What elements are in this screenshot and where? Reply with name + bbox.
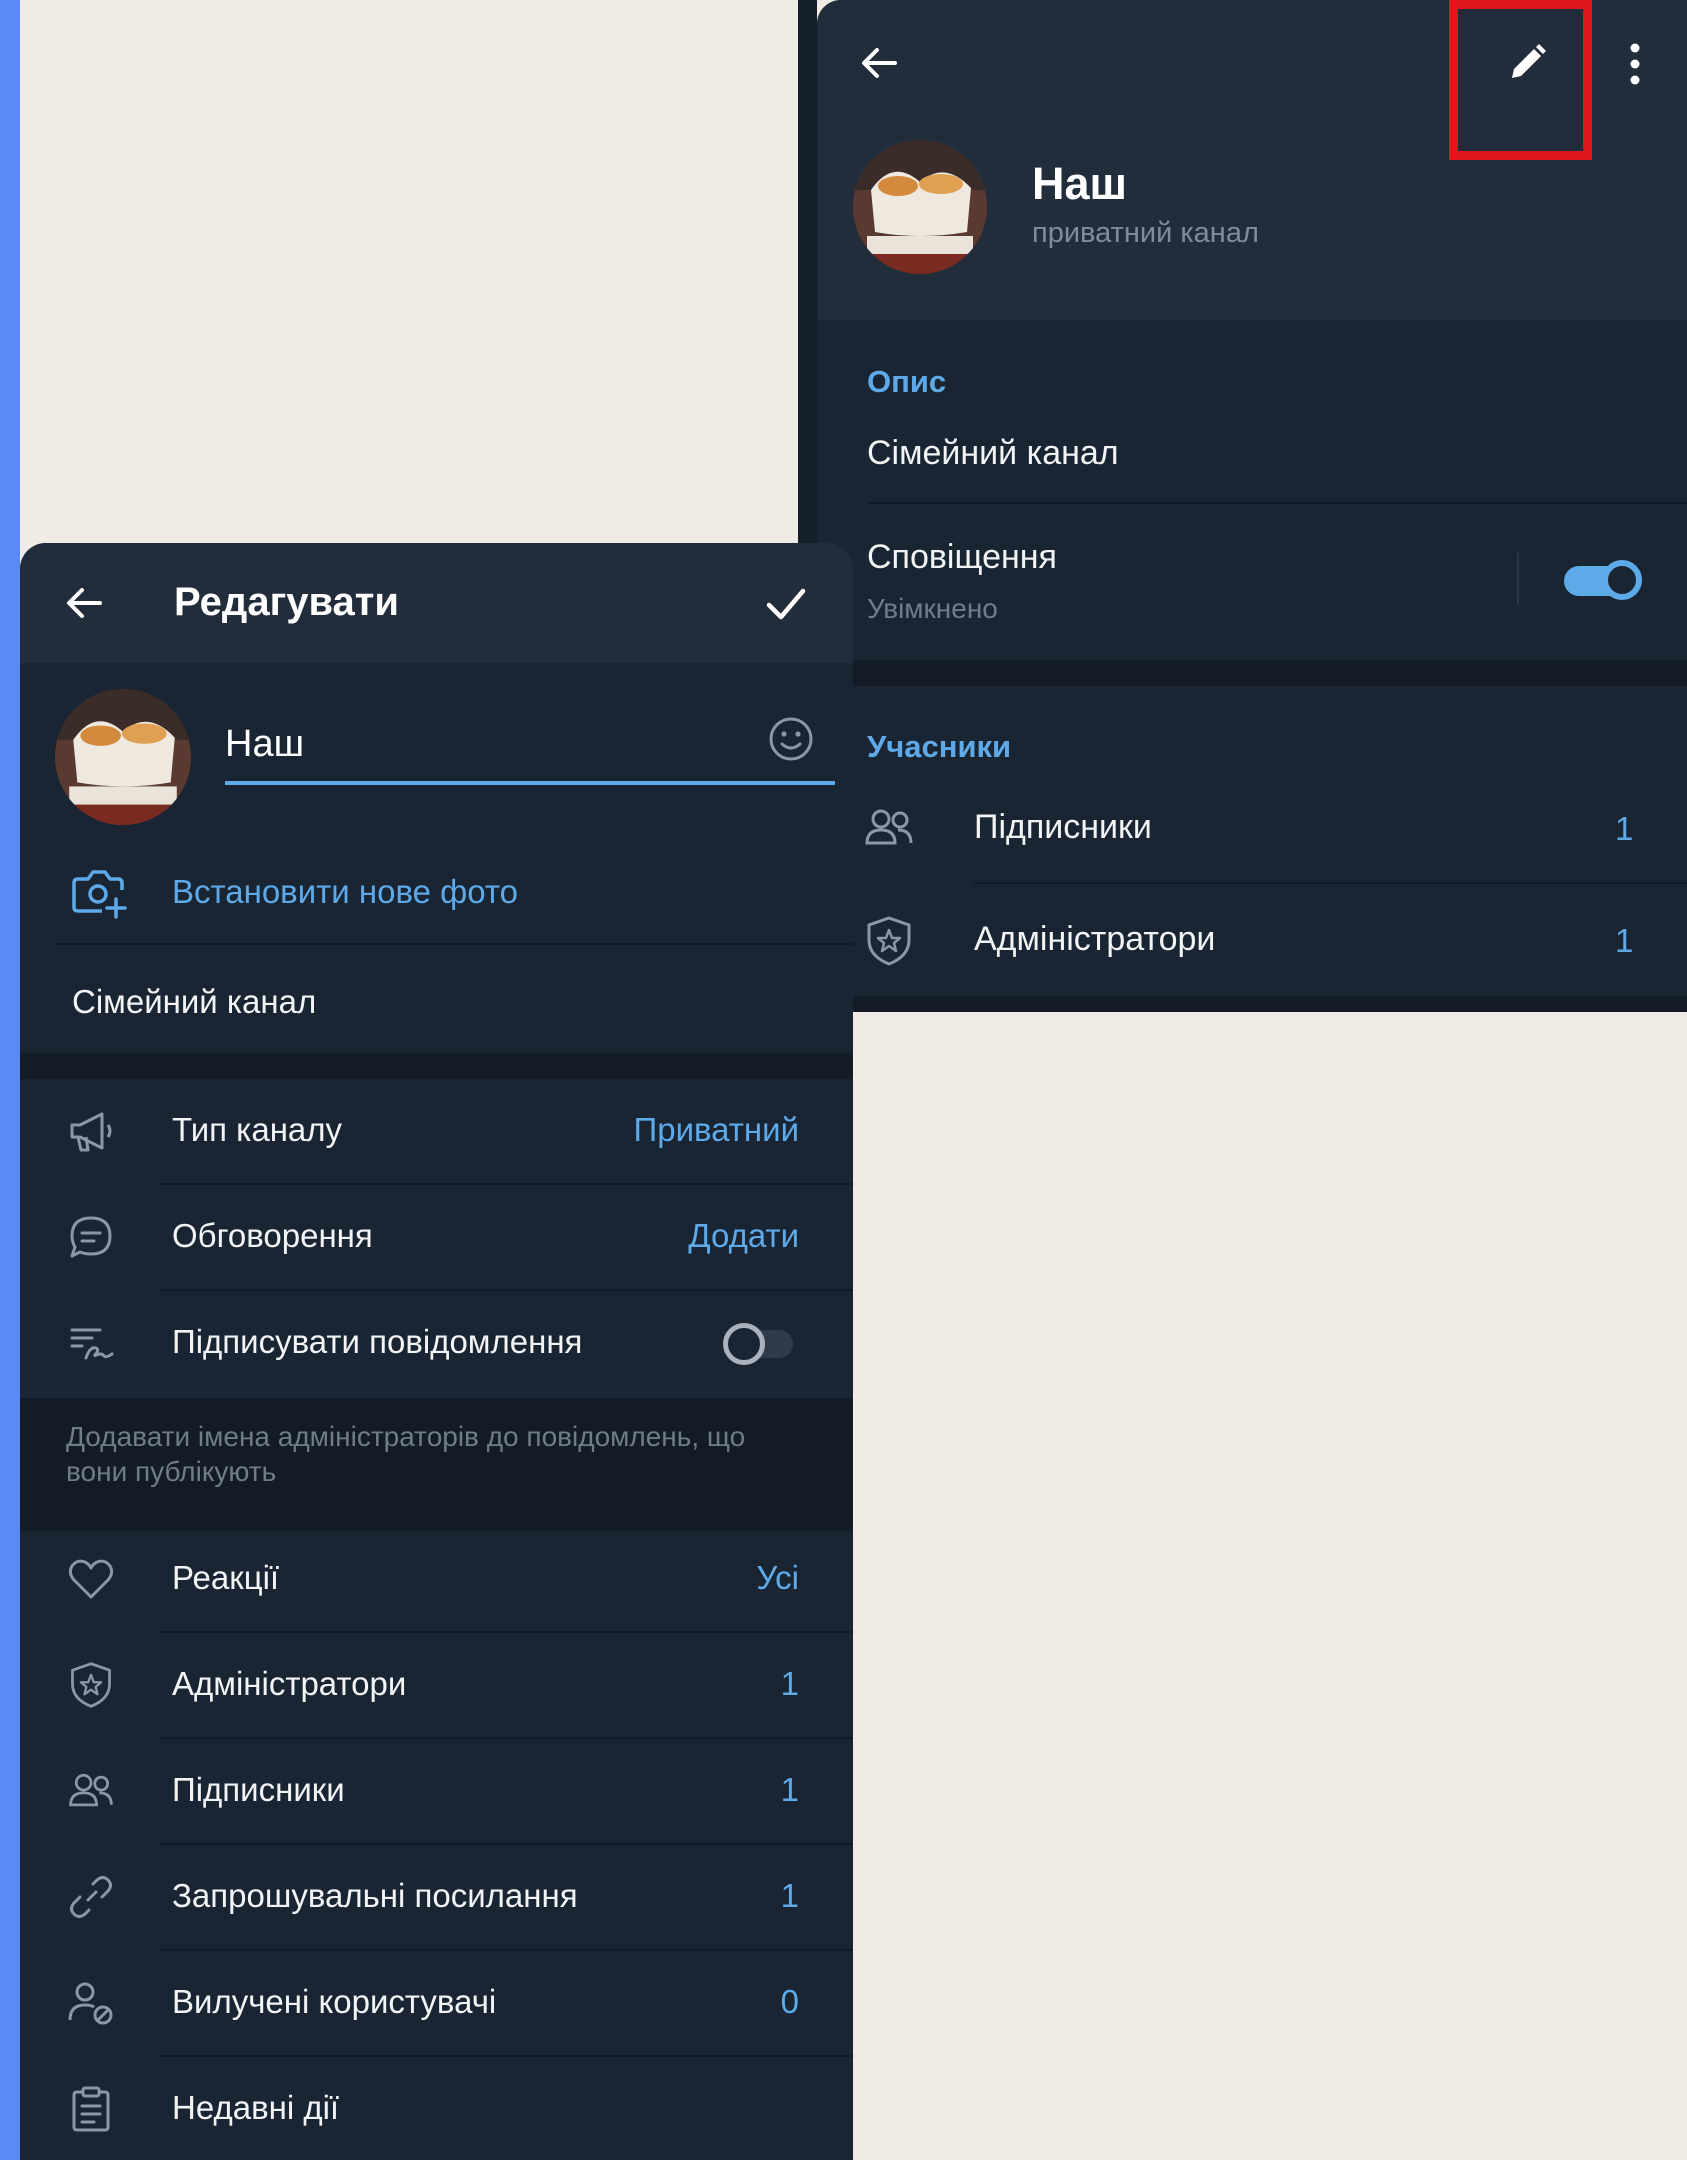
- channel-name-input[interactable]: Наш: [225, 711, 835, 785]
- channel-avatar[interactable]: [55, 689, 191, 825]
- description-section-title: Опис: [867, 364, 947, 399]
- setting-label: Підписувати повідомлення: [172, 1323, 583, 1360]
- background-area: [853, 1012, 1687, 2160]
- divider: [1517, 553, 1519, 605]
- divider: [56, 943, 853, 945]
- channel-info-screen: Наш приватний канал Опис Сімейний канал …: [817, 0, 1687, 1012]
- channel-avatar[interactable]: [853, 140, 987, 274]
- setting-label: Підписники: [172, 1771, 345, 1808]
- megaphone-icon: [70, 1112, 112, 1152]
- sign-messages-icon: [70, 1328, 114, 1360]
- setting-value: 0: [780, 1983, 799, 2020]
- setting-label: Запрошувальні посилання: [172, 1877, 578, 1914]
- subscribers-icon: [69, 1773, 113, 1807]
- admin-shield-icon: [71, 1662, 111, 1708]
- divider: [160, 1737, 853, 1739]
- setting-value: Приватний: [633, 1111, 800, 1148]
- notifications-label[interactable]: Сповіщення: [867, 538, 1057, 577]
- info-row-count: 1: [1615, 810, 1634, 847]
- divider: [160, 1183, 853, 1185]
- setting-value: 1: [780, 1877, 799, 1914]
- background-area: [20, 0, 798, 543]
- setting-value: Додати: [688, 1217, 799, 1254]
- removed-users-icon: [68, 1982, 113, 2025]
- section-separator: [817, 996, 1687, 1012]
- back-arrow-icon[interactable]: [855, 38, 905, 88]
- channel-description[interactable]: Сімейний канал: [867, 434, 1119, 473]
- edit-channel-screen: Редагувати Наш Встановити нове фото Сіме…: [20, 543, 853, 2160]
- subscribers-icon: [865, 809, 913, 845]
- divider: [867, 502, 1687, 504]
- setting-value: 1: [780, 1771, 799, 1808]
- sign-messages-hint: Додавати імена адміністраторів до повідо…: [66, 1421, 746, 1487]
- setting-label: Недавні дії: [172, 2089, 340, 2126]
- channel-description-input[interactable]: Сімейний канал: [72, 983, 316, 1021]
- channel-name: Наш: [1032, 158, 1128, 209]
- channel-info-header: Наш приватний канал: [817, 0, 1687, 320]
- notifications-toggle[interactable]: [1564, 560, 1642, 600]
- divider: [160, 1949, 853, 1951]
- heart-icon: [68, 1559, 114, 1599]
- divider: [160, 1843, 853, 1845]
- setting-label: Реакції: [172, 1559, 280, 1596]
- edit-button-highlight: [1449, 0, 1592, 160]
- divider: [974, 882, 1687, 884]
- back-arrow-icon[interactable]: [60, 578, 110, 628]
- setting-value: 1: [780, 1665, 799, 1702]
- info-row-count: 1: [1615, 922, 1634, 959]
- confirm-check-icon[interactable]: [763, 581, 809, 627]
- setting-label: Адміністратори: [172, 1665, 407, 1702]
- section-separator: [817, 660, 1687, 686]
- link-icon: [70, 1876, 112, 1918]
- setting-label: Обговорення: [172, 1217, 373, 1254]
- admin-shield-icon: [867, 916, 911, 966]
- info-row-label: Адміністратори: [974, 920, 1216, 958]
- recent-actions-icon: [72, 2086, 110, 2132]
- emoji-icon[interactable]: [765, 713, 817, 765]
- divider: [160, 2055, 853, 2057]
- info-row-label: Підписники: [974, 808, 1152, 846]
- channel-name-value: Наш: [225, 723, 305, 765]
- edit-screen-title: Редагувати: [174, 580, 399, 624]
- left-accent-strip: [0, 0, 20, 2160]
- members-section-title: Учасники: [867, 729, 1012, 764]
- setting-label: Тип каналу: [172, 1111, 343, 1148]
- setting-label: Вилучені користувачі: [172, 1983, 497, 2020]
- more-options-icon[interactable]: [1625, 40, 1645, 90]
- set-new-photo-label: Встановити нове фото: [172, 873, 519, 910]
- background-area: [798, 0, 817, 543]
- channel-type-subtitle: приватний канал: [1032, 217, 1259, 249]
- camera-add-icon: [72, 870, 127, 919]
- setting-value: Усі: [756, 1559, 799, 1596]
- notifications-status: Увімкнено: [867, 593, 998, 624]
- sign-messages-toggle[interactable]: [723, 1323, 795, 1365]
- edit-header: Редагувати: [20, 543, 853, 663]
- divider: [160, 1631, 853, 1633]
- discussion-icon: [70, 1216, 112, 1258]
- section-separator: [20, 1053, 853, 1079]
- divider: [160, 1289, 853, 1291]
